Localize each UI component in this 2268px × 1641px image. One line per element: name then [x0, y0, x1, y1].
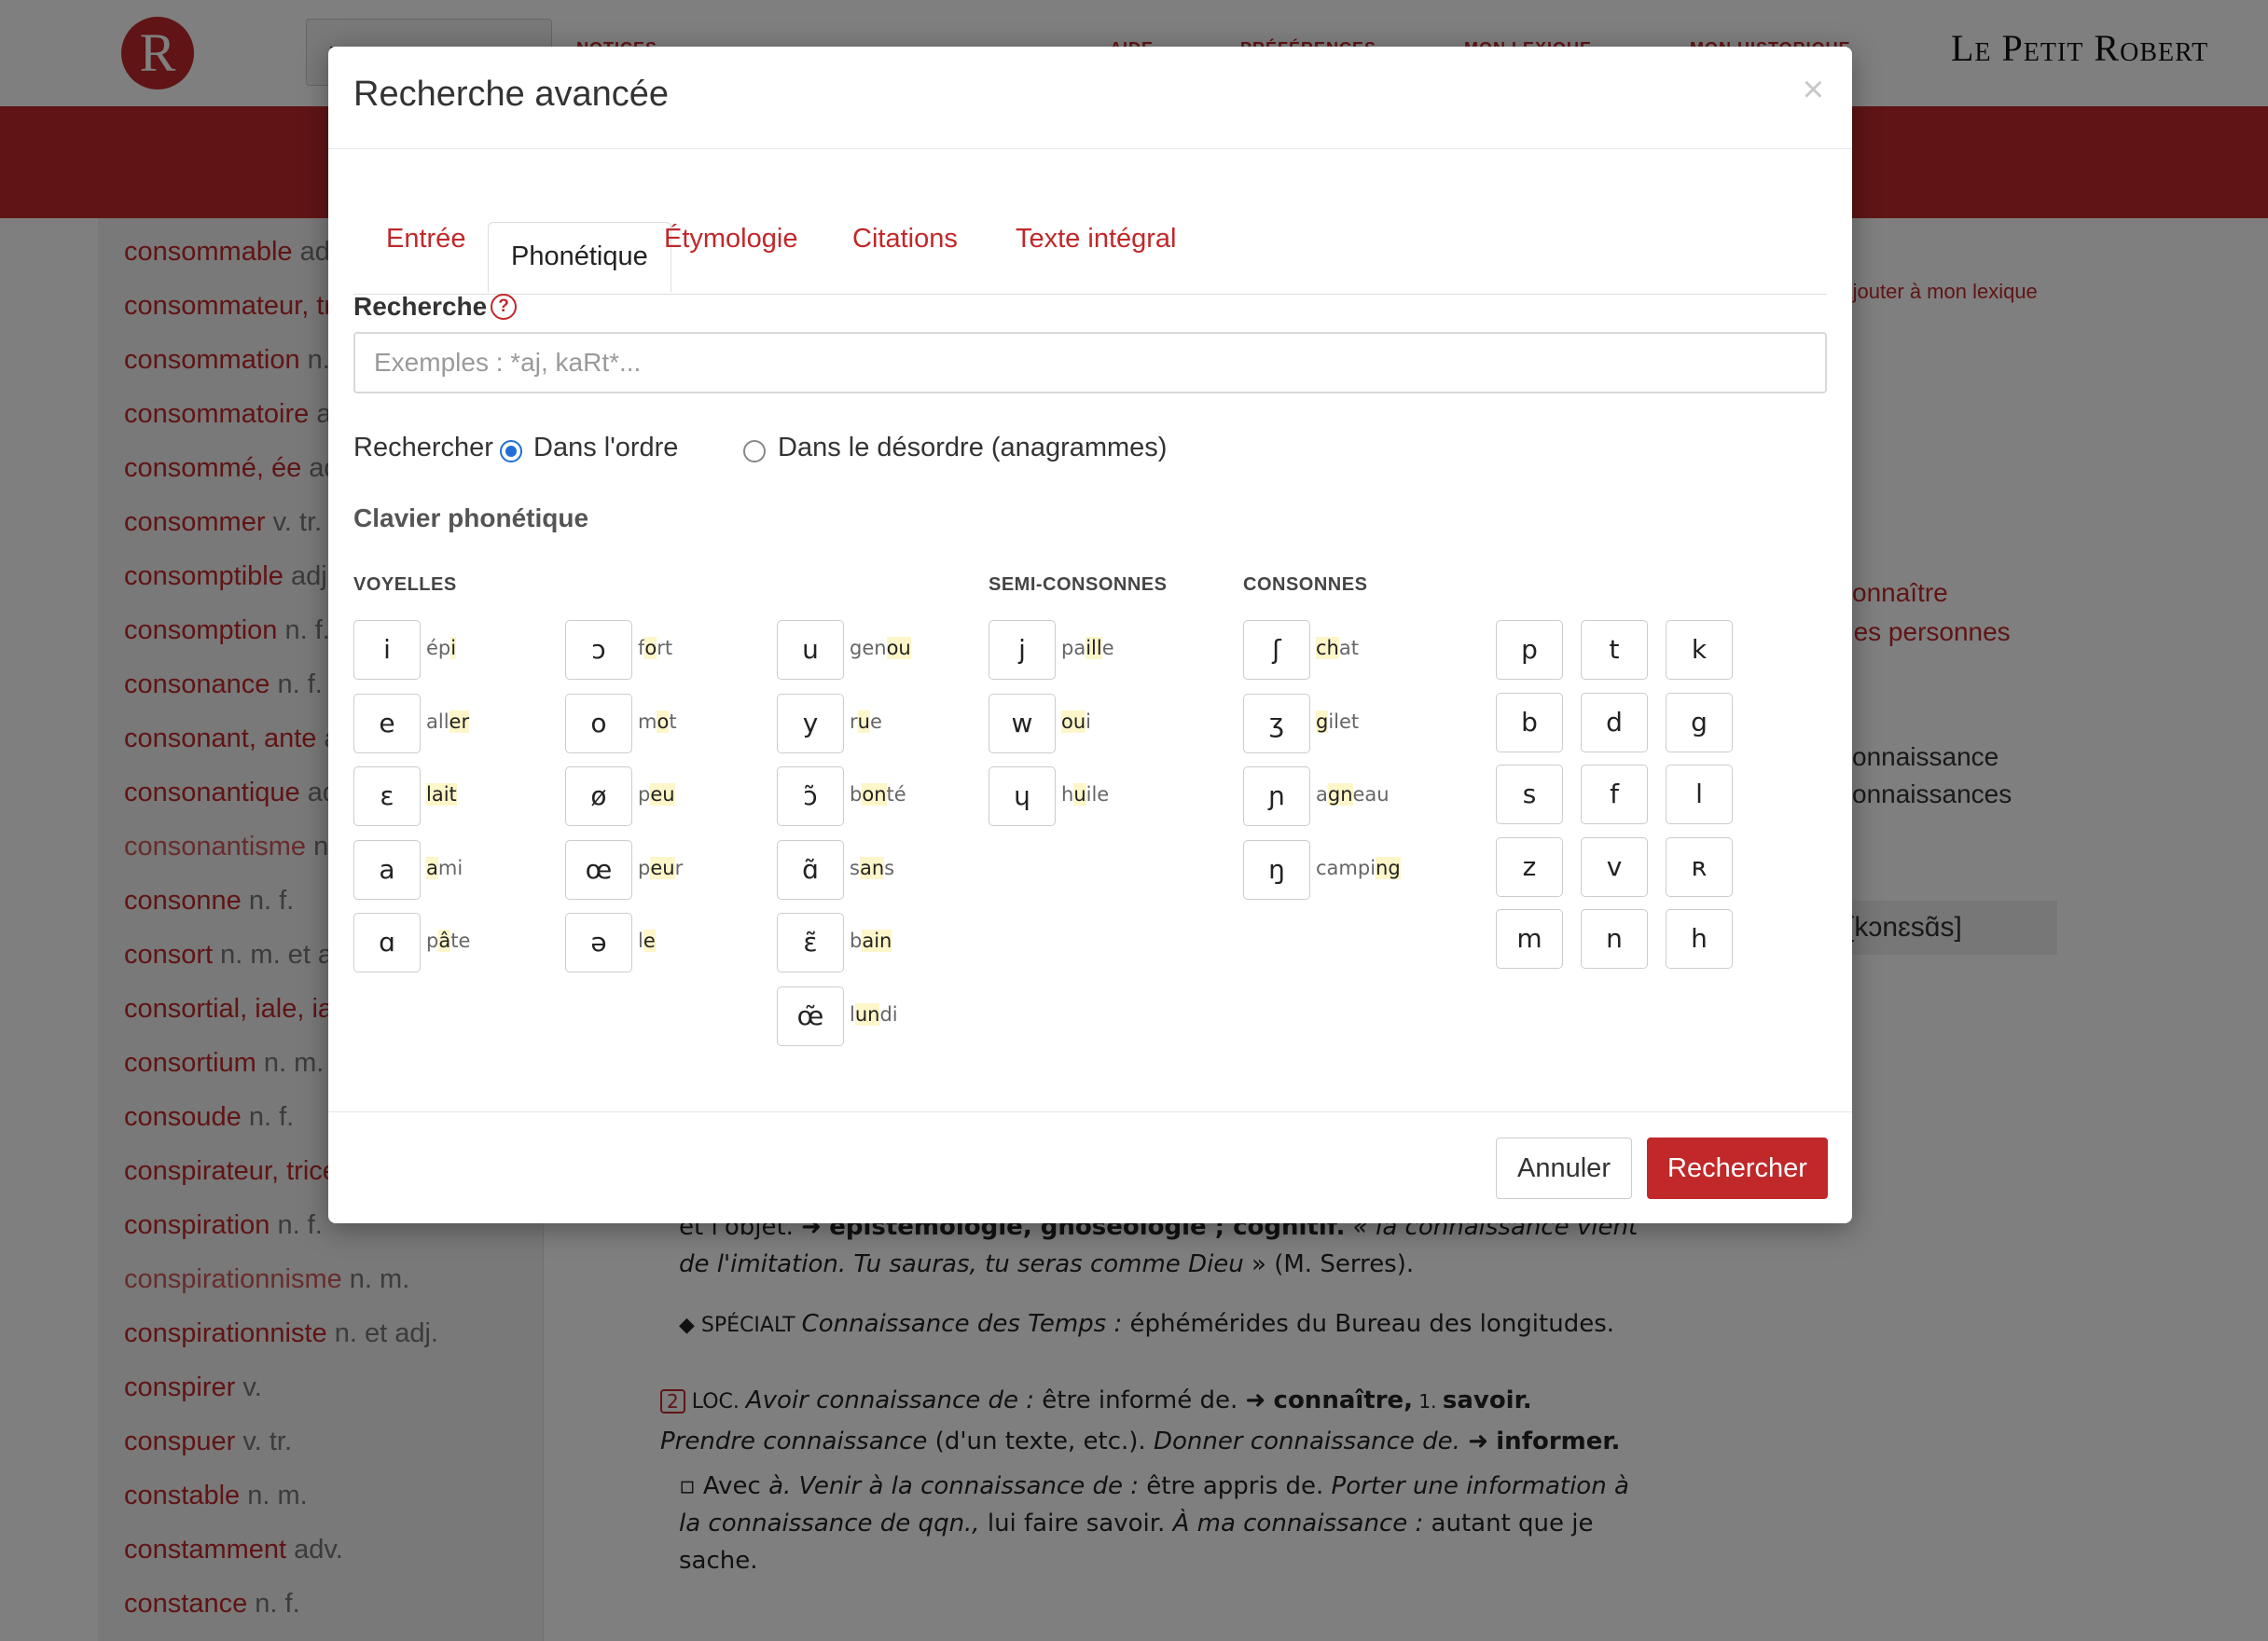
phonetic-key-vowels_col1-1[interactable]: e	[353, 694, 421, 753]
phonetic-key-consonants_special-0[interactable]: ʃ	[1243, 620, 1310, 680]
phonetic-key-vowels_col3-5[interactable]: œ̃	[777, 986, 844, 1046]
key-example-word: mot	[638, 710, 677, 733]
phonetic-key-vowels_col1-2[interactable]: ɛ	[353, 766, 421, 826]
key-example-word: fort	[638, 637, 673, 659]
phonetic-key-vowels_col3-1[interactable]: y	[777, 694, 844, 753]
phonetic-key-vowels_col2-3[interactable]: œ	[565, 840, 632, 900]
key-example-word: bonté	[850, 783, 906, 806]
vowels-heading: VOYELLES	[353, 574, 457, 595]
key-example-word: épi	[426, 637, 457, 659]
radio-anagram-label[interactable]: Dans le désordre (anagrammes)	[778, 433, 1167, 463]
phonetic-key-semi-0[interactable]: j	[989, 620, 1056, 680]
search-label: Recherche	[353, 292, 488, 321]
phonetic-key-vowels_col2-4[interactable]: ə	[565, 913, 632, 972]
phonetic-key-consonant-0-1[interactable]: t	[1581, 620, 1648, 680]
key-example-word: sans	[850, 857, 895, 879]
key-example-word: chat	[1316, 637, 1359, 659]
phonetic-key-vowels_col1-3[interactable]: a	[353, 840, 421, 900]
key-example-word: bain	[850, 930, 892, 952]
semi-consonants-heading: SEMI-CONSONNES	[989, 574, 1168, 595]
phonetic-search-input[interactable]	[353, 332, 1827, 393]
phonetic-key-consonant-2-2[interactable]: l	[1666, 765, 1733, 824]
tab-entree[interactable]: Entrée	[386, 224, 465, 255]
key-example-word: lundi	[850, 1003, 898, 1026]
key-example-word: le	[638, 930, 656, 952]
radio-in-order[interactable]	[500, 440, 522, 462]
phonetic-key-consonant-3-1[interactable]: v	[1581, 837, 1648, 897]
phonetic-key-consonants_special-1[interactable]: ʒ	[1243, 694, 1310, 753]
key-example-word: huile	[1061, 783, 1110, 806]
phonetic-key-vowels_col3-4[interactable]: ɛ̃	[777, 913, 844, 972]
phonetic-key-consonant-4-1[interactable]: n	[1581, 909, 1648, 969]
key-example-word: gilet	[1316, 710, 1360, 733]
key-example-word: paille	[1061, 637, 1114, 659]
key-example-word: peur	[638, 857, 684, 879]
key-example-word: aller	[426, 710, 470, 733]
phonetic-key-consonant-4-2[interactable]: h	[1666, 909, 1733, 969]
phonetic-key-consonant-1-2[interactable]: g	[1666, 693, 1733, 752]
phonetic-key-vowels_col2-2[interactable]: ø	[565, 766, 632, 826]
radio-anagram[interactable]	[743, 440, 766, 462]
tab-texte-integral[interactable]: Texte intégral	[1016, 224, 1177, 255]
key-example-word: pâte	[426, 930, 471, 952]
phonetic-key-semi-1[interactable]: w	[989, 694, 1056, 753]
phonetic-key-consonants_special-3[interactable]: ŋ	[1243, 840, 1310, 900]
key-example-word: oui	[1061, 710, 1092, 733]
phonetic-key-consonant-1-0[interactable]: b	[1496, 693, 1563, 752]
phonetic-key-vowels_col3-2[interactable]: ɔ̃	[777, 766, 844, 826]
modal-header: Recherche avancée ×	[328, 47, 1852, 149]
key-example-word: rue	[850, 710, 882, 733]
phonetic-key-vowels_col1-4[interactable]: ɑ	[353, 913, 421, 972]
order-label: Rechercher	[353, 433, 493, 462]
key-example-word: peu	[638, 783, 675, 806]
tab-citations[interactable]: Citations	[852, 224, 958, 255]
key-example-word: ami	[426, 857, 463, 879]
radio-in-order-label[interactable]: Dans l'ordre	[533, 433, 678, 463]
close-icon[interactable]: ×	[1803, 69, 1824, 111]
phonetic-key-consonant-1-1[interactable]: d	[1581, 693, 1648, 752]
key-example-word: lait	[426, 783, 457, 806]
consonants-heading: CONSONNES	[1243, 574, 1368, 595]
phonetic-key-consonant-0-2[interactable]: k	[1666, 620, 1733, 680]
phonetic-key-consonant-2-0[interactable]: s	[1496, 765, 1563, 824]
key-example-word: agneau	[1316, 783, 1390, 806]
phonetic-key-consonant-3-2[interactable]: ʀ	[1666, 837, 1733, 897]
key-example-word: genou	[850, 637, 911, 659]
phonetic-key-vowels_col1-0[interactable]: i	[353, 620, 421, 680]
phonetic-key-vowels_col3-0[interactable]: u	[777, 620, 844, 680]
phonetic-key-consonant-2-1[interactable]: f	[1581, 765, 1648, 824]
search-tabs: Entrée Phonétique Étymologie Citations T…	[353, 175, 1827, 295]
tab-etymologie[interactable]: Étymologie	[664, 224, 797, 255]
keyboard-title: Clavier phonétique	[353, 503, 589, 532]
key-example-word: camping	[1316, 857, 1401, 879]
phonetic-key-vowels_col2-1[interactable]: o	[565, 694, 632, 753]
tab-phonetique[interactable]: Phonétique	[488, 222, 671, 293]
help-icon[interactable]: ?	[491, 294, 517, 320]
cancel-button[interactable]: Annuler	[1496, 1138, 1632, 1199]
phonetic-key-consonant-4-0[interactable]: m	[1496, 909, 1563, 969]
phonetic-key-semi-2[interactable]: ɥ	[989, 766, 1056, 826]
phonetic-key-consonant-0-0[interactable]: p	[1496, 620, 1563, 680]
phonetic-key-consonant-3-0[interactable]: z	[1496, 837, 1563, 897]
phonetic-key-vowels_col2-0[interactable]: ɔ	[565, 620, 632, 680]
phonetic-key-vowels_col3-3[interactable]: ɑ̃	[777, 840, 844, 900]
search-button[interactable]: Rechercher	[1647, 1138, 1828, 1199]
phonetic-key-consonants_special-2[interactable]: ɲ	[1243, 766, 1310, 826]
modal-title: Recherche avancée	[353, 75, 669, 114]
advanced-search-modal: Recherche avancée × Entrée Phonétique Ét…	[328, 47, 1852, 1223]
